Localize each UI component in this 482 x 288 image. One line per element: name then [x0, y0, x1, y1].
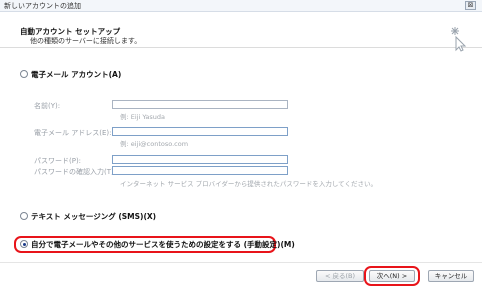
manual-setup-radio[interactable]: [20, 240, 28, 248]
manual-setup-label[interactable]: 自分で電子メールやその他のサービスを使うための設定をする (手動設定)(M): [31, 239, 295, 250]
header-subtitle: 他の種類のサーバーに接続します。: [30, 37, 142, 45]
wizard-header: 自動アカウント セットアップ 他の種類のサーバーに接続します。: [0, 12, 482, 52]
next-button[interactable]: 次へ(N) >: [369, 270, 415, 282]
email-input[interactable]: [112, 127, 288, 136]
email-label: 電子メール アドレス(E):: [34, 129, 112, 137]
password-input[interactable]: [112, 155, 288, 164]
email-account-label[interactable]: 電子メール アカウント(A): [31, 69, 121, 80]
email-hint: 例: eiji@contoso.com: [120, 140, 189, 148]
password-label: パスワード(P):: [34, 157, 82, 165]
sms-radio[interactable]: [20, 212, 28, 220]
name-hint: 例: Eiji Yasuda: [120, 113, 166, 121]
name-label: 名前(Y):: [34, 102, 61, 110]
password-hint: インターネット サービス プロバイダーから提供されたパスワードを入力してください…: [120, 180, 377, 188]
back-button[interactable]: < 戻る(B): [316, 270, 364, 282]
footer-divider: [0, 262, 482, 263]
password-confirm-input[interactable]: [112, 166, 288, 175]
title-bar: 新しいアカウントの追加 ⊠: [0, 0, 482, 12]
name-input[interactable]: [112, 100, 288, 109]
close-button[interactable]: ⊠: [465, 1, 476, 10]
email-account-radio[interactable]: [20, 70, 28, 78]
cancel-button[interactable]: キャンセル: [428, 270, 474, 282]
sms-label[interactable]: テキスト メッセージング (SMS)(X): [31, 211, 156, 222]
password-confirm-label: パスワードの確認入力(T):: [34, 168, 117, 176]
wizard-sparkle-icon: [451, 27, 467, 52]
window-title: 新しいアカウントの追加: [4, 2, 81, 10]
